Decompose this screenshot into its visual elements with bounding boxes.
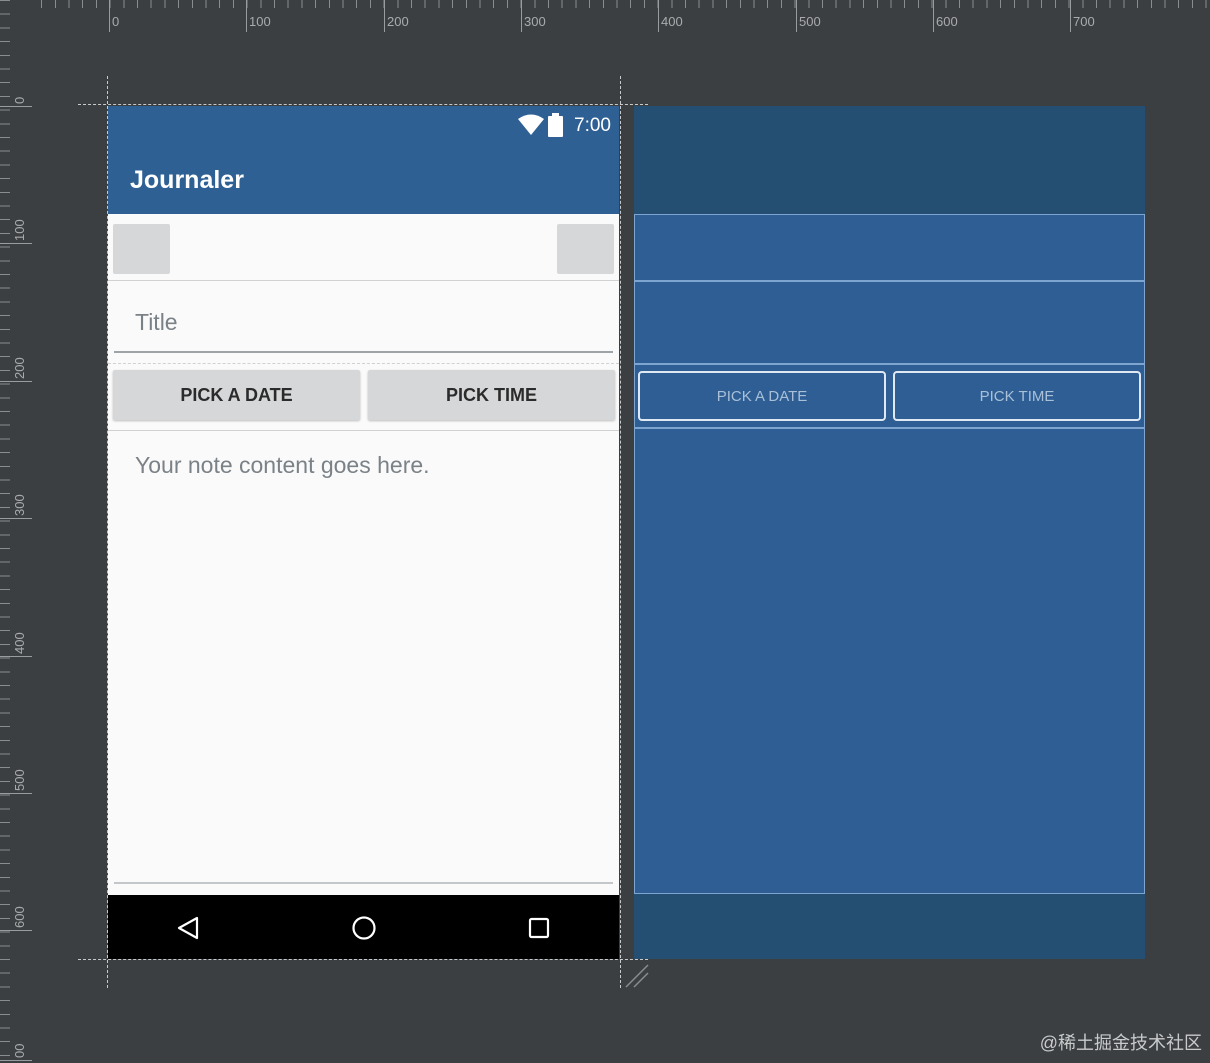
blueprint-navbar [634,894,1145,959]
watermark: @稀土掘金技术社区 [1039,1033,1202,1053]
ruler-label: 700 [1073,14,1095,29]
ruler-label: 400 [12,632,27,654]
ruler-label: 600 [936,14,958,29]
pick-time-button[interactable]: PICK TIME [368,370,615,420]
ruler-label: 500 [12,769,27,791]
left-square-button[interactable] [113,224,170,274]
ruler-label: 200 [387,14,409,29]
home-icon[interactable] [351,915,377,941]
ruler-label: 500 [799,14,821,29]
design-preview[interactable]: 7:00 Journaler Title PICK A DATE PICK TI… [108,106,619,959]
ruler-label: 00 [12,1043,27,1058]
content-underline [114,882,613,884]
ruler-label: 100 [249,14,271,29]
left-ruler: 0 100 200 300 400 500 600 00 [0,0,32,1063]
date-time-row: PICK A DATE PICK TIME [108,363,619,431]
blueprint-pick-time-button[interactable]: PICK TIME [893,371,1141,421]
selection-guide [78,959,648,960]
right-square-button[interactable] [557,224,614,274]
content-input[interactable]: Your note content goes here. [135,452,430,479]
blueprint-appbar [634,106,1145,214]
recents-icon[interactable] [528,917,550,939]
wifi-icon [518,114,544,135]
ruler-label: 400 [661,14,683,29]
app-title: Journaler [130,166,244,194]
blueprint-pick-date-button[interactable]: PICK A DATE [638,371,886,421]
app-toolbar: Journaler [108,144,619,214]
status-time: 7:00 [574,115,611,136]
title-row: Title [108,281,619,363]
ruler-label: 0 [112,14,120,29]
battery-icon [548,113,563,137]
ruler-label: 300 [12,494,27,516]
title-underline [114,351,613,353]
pick-date-button[interactable]: PICK A DATE [113,370,360,420]
ruler-label: 100 [12,219,27,241]
selection-guide [620,76,621,988]
ruler-label: 300 [524,14,546,29]
resize-handle-icon[interactable] [624,963,650,989]
blueprint-preview[interactable]: PICK A DATE PICK TIME [634,106,1145,959]
title-input[interactable]: Title [135,309,178,336]
blueprint-content-field[interactable] [634,428,1145,894]
blueprint-title-field[interactable] [634,281,1145,364]
status-bar: 7:00 [108,106,619,144]
navigation-bar [108,895,619,959]
ruler-label: 200 [12,357,27,379]
top-button-row [108,214,619,281]
back-icon[interactable] [176,916,200,940]
ruler-label: 600 [12,906,27,928]
ruler-label: 0 [12,96,27,104]
top-ruler: 0 100 200 300 400 500 600 700 [0,0,1210,32]
selection-guide [78,104,648,105]
blueprint-top-row[interactable] [634,214,1145,281]
